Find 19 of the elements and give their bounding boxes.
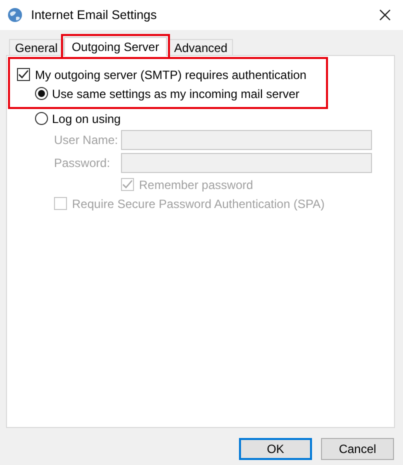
tab[interactable]: Outgoing Server (64, 37, 168, 56)
checkbox-label: My outgoing server (SMTP) requires authentication (35, 68, 306, 82)
radio-label: Use same settings as my incoming mail server (52, 86, 300, 100)
checkbox[interactable] (17, 68, 30, 81)
ok-button[interactable]: OK (239, 438, 312, 460)
close-icon[interactable] (379, 9, 391, 21)
cancel-button[interactable]: Cancel (321, 438, 394, 460)
radio-label: Log on using (52, 112, 121, 126)
window-title: Internet Email Settings (31, 8, 158, 22)
globe-icon (7, 7, 23, 23)
checkbox-label: Remember password (139, 178, 254, 192)
checkbox-label: Require Secure Password Authentication (SPA) (72, 196, 325, 210)
tab[interactable]: Advanced (168, 39, 234, 56)
auth-checkbox-row[interactable]: My outgoing server (SMTP) requires authentication (17, 65, 326, 84)
tab[interactable]: General (9, 39, 64, 56)
radio-button[interactable] (35, 87, 48, 100)
field-label: Password: (54, 156, 112, 170)
field-label: User Name: (54, 132, 120, 146)
radio-button[interactable] (35, 112, 48, 125)
